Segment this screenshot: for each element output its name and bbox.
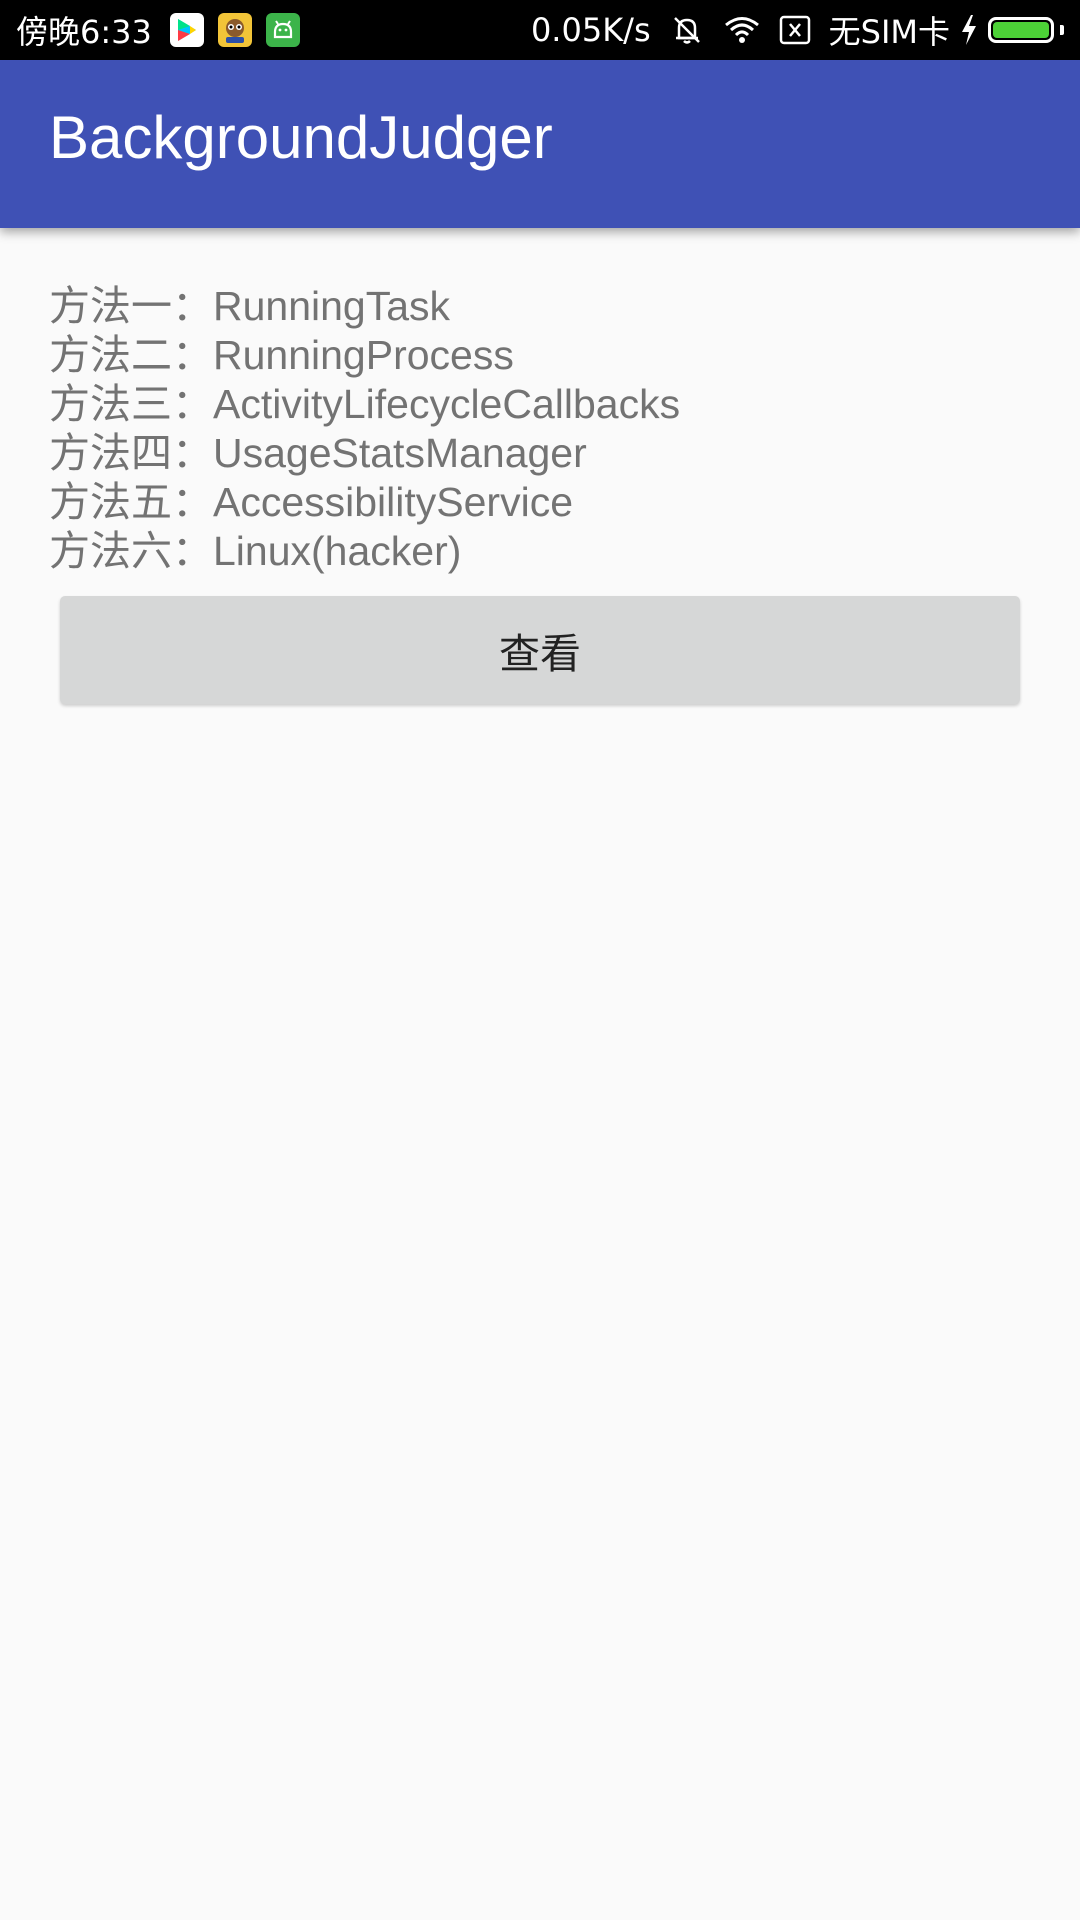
android-green-icon bbox=[265, 13, 300, 47]
no-sim-icon bbox=[779, 15, 811, 45]
status-time: 傍晚6:33 bbox=[16, 13, 152, 51]
mute-bell-icon bbox=[669, 12, 705, 48]
method-item-5: 方法五：AccessibilityService bbox=[49, 479, 573, 525]
battery-level-fill bbox=[993, 22, 1049, 38]
battery-cap bbox=[1060, 25, 1064, 35]
status-bar: 傍晚6:33 0.05K/s 无SIM卡 bbox=[0, 0, 1080, 60]
battery-icon bbox=[988, 17, 1054, 43]
main-content: 方法一：RunningTask 方法二：RunningProcess 方法三：A… bbox=[49, 282, 1029, 576]
network-speed: 0.05K/s bbox=[530, 11, 651, 49]
app-title: BackgroundJudger bbox=[49, 103, 553, 171]
method-item-6: 方法六：Linux(hacker) bbox=[49, 528, 462, 574]
method-item-4: 方法四：UsageStatsManager bbox=[49, 430, 587, 476]
view-button[interactable]: 查看 bbox=[60, 596, 1020, 704]
app-bar: BackgroundJudger bbox=[0, 60, 1080, 228]
carrier-label: 无SIM卡 bbox=[828, 13, 950, 51]
status-right-group: 0.05K/s 无SIM卡 bbox=[531, 7, 1064, 53]
game-app-icon bbox=[217, 13, 252, 47]
play-store-icon bbox=[169, 13, 204, 47]
method-item-3: 方法三：ActivityLifecycleCallbacks bbox=[49, 381, 681, 427]
method-item-1: 方法一：RunningTask bbox=[49, 283, 451, 329]
method-item-2: 方法二：RunningProcess bbox=[49, 332, 514, 378]
charging-bolt-icon bbox=[960, 14, 978, 46]
method-list: 方法一：RunningTask 方法二：RunningProcess 方法三：A… bbox=[49, 282, 1029, 576]
wifi-icon bbox=[723, 15, 761, 45]
